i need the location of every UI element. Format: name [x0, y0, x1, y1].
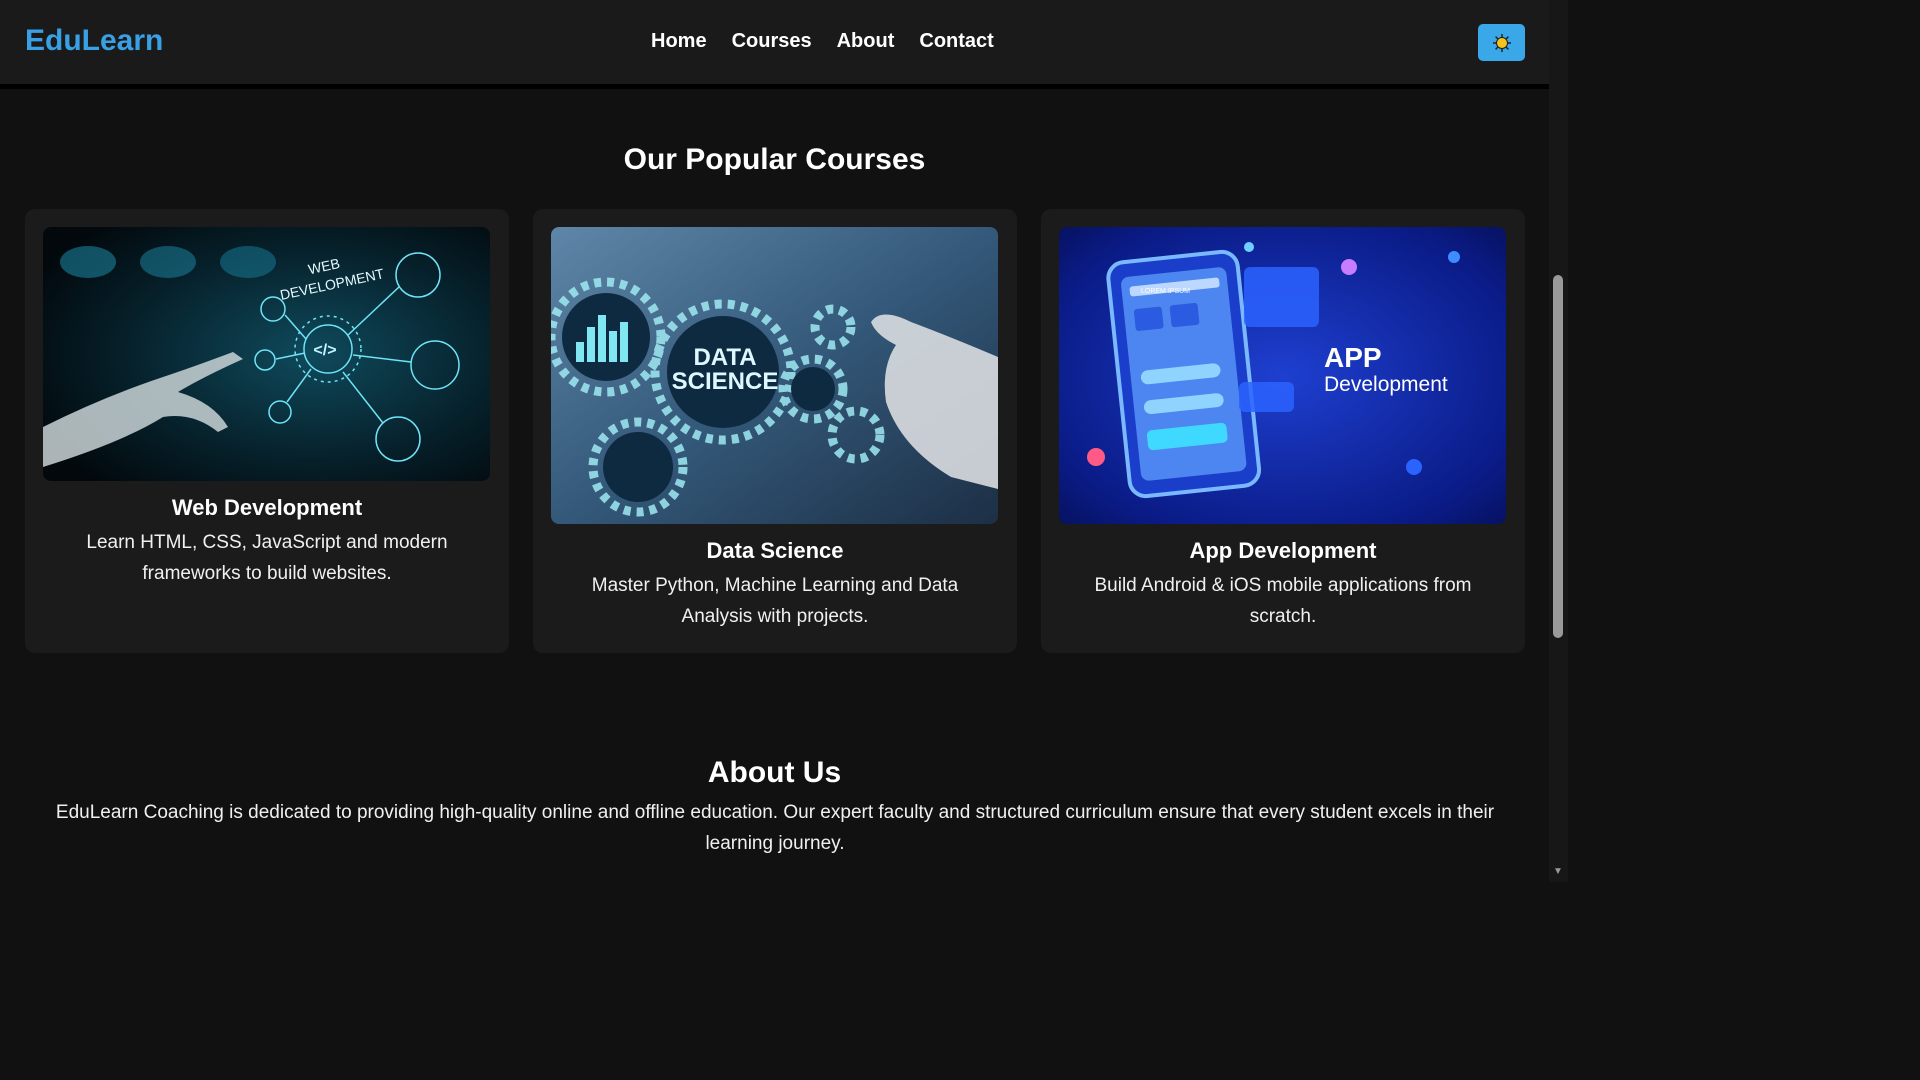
web-development-image: </> WEB DEVELOPMENT: [43, 227, 490, 481]
svg-text:</>: </>: [313, 342, 336, 359]
course-title: Web Development: [171, 495, 363, 520]
about-description: EduLearn Coaching is dedicated to provid…: [55, 802, 1495, 854]
nav-courses-link[interactable]: Courses: [732, 30, 812, 53]
svg-text:SCIENCE: SCIENCE: [672, 368, 779, 395]
data-science-image: DATA SCIENCE: [551, 227, 998, 524]
course-title: App Development: [1189, 538, 1377, 563]
navbar: EduLearn Home Courses About Contact: [0, 0, 1549, 85]
page-scrollbar-thumb[interactable]: [1553, 275, 1563, 638]
sun-icon: [1492, 33, 1512, 53]
scroll-down-arrow-icon[interactable]: ▼: [1552, 866, 1564, 878]
theme-toggle-button[interactable]: [1478, 24, 1525, 61]
course-description: Learn HTML, CSS, JavaScript and modern f…: [86, 532, 448, 584]
svg-text:LOREM IPSUM: LOREM IPSUM: [1141, 288, 1190, 295]
site-logo[interactable]: EduLearn: [25, 24, 163, 58]
svg-text:DATA: DATA: [693, 344, 756, 371]
about-section-title: About Us: [707, 756, 842, 789]
svg-text:Development: Development: [1324, 373, 1448, 396]
navbar-shadow: [0, 84, 1549, 89]
course-description: Build Android & iOS mobile applications …: [1094, 575, 1472, 627]
course-card-app-development[interactable]: LOREM IPSUM APP Development App Developm…: [1041, 209, 1525, 653]
course-card-web-development[interactable]: </> WEB DEVELOPMENT Web Development Lear…: [25, 209, 509, 653]
main-nav: Home Courses About Contact: [651, 30, 1019, 53]
nav-contact-link[interactable]: Contact: [919, 30, 993, 53]
svg-text:APP: APP: [1324, 342, 1382, 373]
nav-home-link[interactable]: Home: [651, 30, 707, 53]
course-card-data-science[interactable]: DATA SCIENCE Data Science Master Python,…: [533, 209, 1017, 653]
page: EduLearn Home Courses About Contact Our …: [0, 0, 1568, 882]
app-development-image: LOREM IPSUM APP Development: [1059, 227, 1506, 524]
nav-about-link[interactable]: About: [837, 30, 895, 53]
courses-section-title: Our Popular Courses: [623, 143, 926, 176]
course-description: Master Python, Machine Learning and Data…: [591, 575, 959, 627]
course-title: Data Science: [706, 538, 844, 563]
